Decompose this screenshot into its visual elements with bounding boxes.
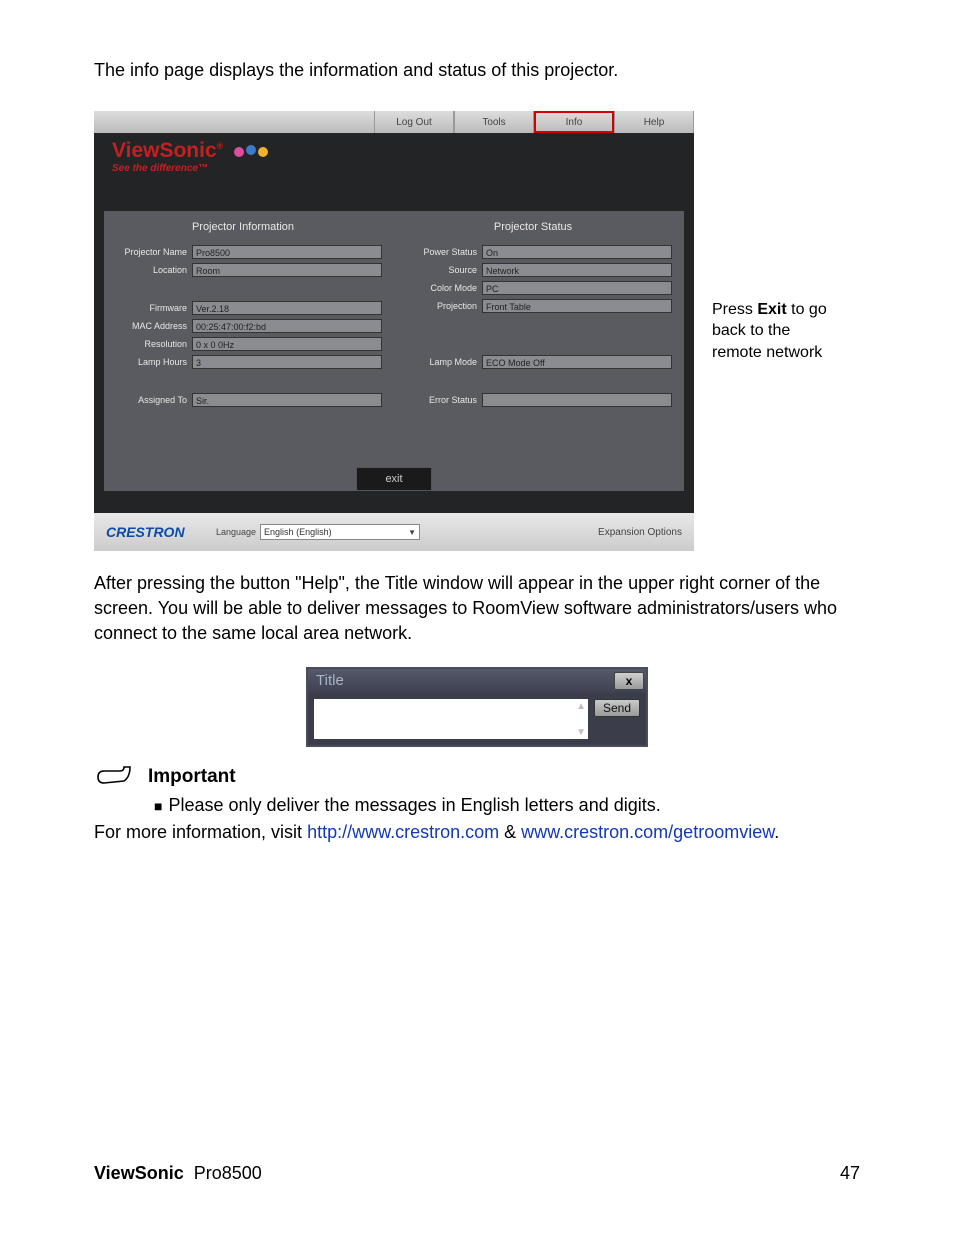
chevron-down-icon: ▼ <box>408 528 416 537</box>
more-info-line: For more information, visit http://www.c… <box>94 822 860 843</box>
language-label: Language <box>216 527 256 537</box>
tab-help[interactable]: Help <box>614 111 694 133</box>
power-status-value: On <box>482 245 672 259</box>
projector-information-column: Projector Information Projector NamePro8… <box>104 211 394 491</box>
lamp-mode-value: ECO Mode Off <box>482 355 672 369</box>
side-note: Press Exit to go back to the remote netw… <box>712 299 832 364</box>
tab-info[interactable]: Info <box>534 111 614 133</box>
projector-status-title: Projector Status <box>394 221 672 233</box>
important-heading: Important <box>148 766 236 788</box>
projector-info-title: Projector Information <box>104 221 382 233</box>
projection-value: Front Table <box>482 299 672 313</box>
language-select[interactable]: English (English) ▼ <box>260 524 420 540</box>
color-mode-value: PC <box>482 281 672 295</box>
expansion-options-link[interactable]: Expansion Options <box>598 527 682 538</box>
lamp-hours-value: 3 <box>192 355 382 369</box>
tab-logout[interactable]: Log Out <box>374 111 454 133</box>
top-nav: Log Out Tools Info Help <box>94 111 694 133</box>
page-footer: ViewSonic Pro8500 47 <box>94 1163 860 1184</box>
mac-value: 00:25:47:00:f2:bd <box>192 319 382 333</box>
crestron-logo: CRESTRON <box>106 524 216 540</box>
projector-name-value: Pro8500 <box>192 245 382 259</box>
resolution-value: 0 x 0 0Hz <box>192 337 382 351</box>
exit-button[interactable]: exit <box>356 467 432 491</box>
crestron-link[interactable]: http://www.crestron.com <box>307 822 499 842</box>
send-button[interactable]: Send <box>594 699 640 717</box>
roomview-link[interactable]: www.crestron.com/getroomview <box>521 822 774 842</box>
info-page-screenshot: Log Out Tools Info Help ViewSonic® See t… <box>94 111 694 551</box>
tab-tools[interactable]: Tools <box>454 111 534 133</box>
location-value: Room <box>192 263 382 277</box>
scroll-down-icon[interactable]: ▼ <box>316 727 586 737</box>
projector-status-column: Projector Status Power StatusOn SourceNe… <box>394 211 684 491</box>
viewsonic-logo: ViewSonic® See the difference™ <box>112 139 275 174</box>
error-status-value <box>482 393 672 407</box>
close-button[interactable]: x <box>614 672 644 690</box>
firmware-value: Ver.2.18 <box>192 301 382 315</box>
info-panel: Projector Information Projector NamePro8… <box>104 211 684 491</box>
help-message-input[interactable]: ▲ ▼ <box>314 699 588 739</box>
assigned-to-value: Sir. <box>192 393 382 407</box>
scroll-up-icon[interactable]: ▲ <box>316 701 586 711</box>
pointing-hand-icon <box>94 763 134 791</box>
bullet-square-icon: ■ <box>154 798 162 814</box>
birds-icon <box>229 142 275 160</box>
important-bullet: ■ Please only deliver the messages in En… <box>154 795 860 816</box>
help-window-title: Title <box>316 672 344 689</box>
help-title-window: Title x ▲ ▼ Send <box>306 667 648 747</box>
page-number: 47 <box>840 1163 860 1184</box>
source-value: Network <box>482 263 672 277</box>
help-paragraph: After pressing the button "Help", the Ti… <box>94 571 860 647</box>
bottom-bar: CRESTRON Language English (English) ▼ Ex… <box>94 513 694 551</box>
intro-text: The info page displays the information a… <box>94 60 860 81</box>
